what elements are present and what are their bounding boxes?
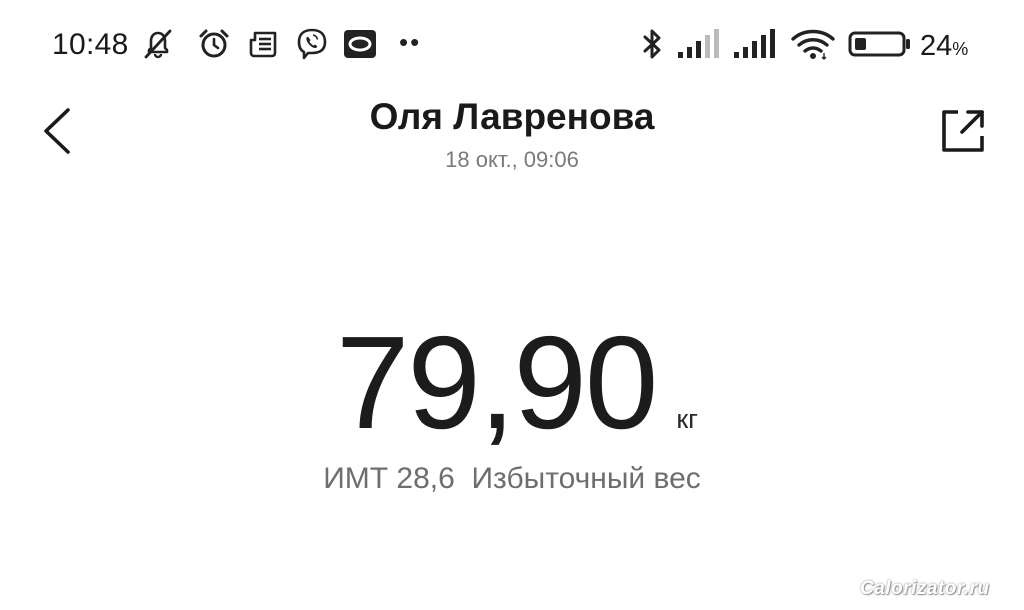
battery-percent: 24%: [920, 28, 968, 67]
viber-icon: [294, 26, 330, 62]
wifi-icon: [790, 26, 836, 62]
battery-percent-value: 24: [920, 30, 953, 62]
page-title: Оля Лавренова: [369, 96, 655, 137]
bmi-status: Избыточный вес: [471, 462, 701, 495]
bmi-summary: ИМТ 28,6 Избыточный вес: [0, 460, 1024, 498]
status-time: 10:48: [52, 28, 129, 61]
watermark-logo: Calorizator.ru: [860, 578, 990, 599]
battery-icon: [848, 26, 912, 62]
bluetooth-icon: [634, 26, 670, 62]
status-bar: 10:48 •• 24%: [0, 0, 1024, 92]
share-external-icon: [942, 110, 984, 152]
battery-percent-sign: %: [952, 39, 969, 59]
news-icon: [246, 26, 282, 62]
signal-1-icon: [676, 26, 722, 62]
weight-display: 79,90 кг: [0, 308, 1024, 458]
signal-2-icon: [732, 26, 778, 62]
muted-bell-icon: [140, 26, 176, 62]
share-button[interactable]: [936, 104, 990, 158]
measurement-datetime: 18 окт., 09:06: [445, 147, 579, 172]
bmi-value: ИМТ 28,6: [323, 462, 455, 495]
app-o-icon: [342, 26, 378, 62]
more-notifications-indicator: ••: [399, 27, 422, 57]
weight-unit: кг: [676, 404, 698, 434]
weight-value: 79,90: [336, 309, 658, 456]
alarm-clock-icon: [196, 26, 232, 62]
